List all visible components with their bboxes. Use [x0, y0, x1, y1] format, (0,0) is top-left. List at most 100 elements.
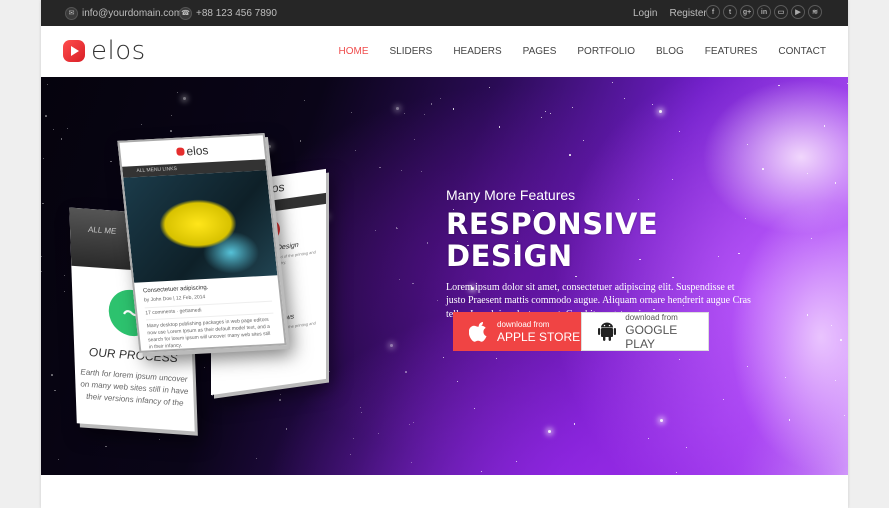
star	[840, 339, 842, 341]
star	[834, 182, 837, 184]
android-icon	[594, 322, 619, 342]
apple-store-button[interactable]: download from APPLE STORE	[453, 312, 581, 351]
content-area	[41, 475, 848, 508]
star	[806, 314, 809, 316]
register-link[interactable]: Register	[669, 8, 706, 19]
star	[379, 166, 381, 168]
star	[439, 97, 441, 99]
email-contact[interactable]: ✉ info@yourdomain.com	[65, 0, 182, 26]
star	[390, 343, 393, 347]
star	[671, 178, 673, 180]
google-button-small: download from	[625, 312, 678, 322]
star	[54, 389, 56, 392]
star	[279, 394, 281, 396]
star	[843, 414, 845, 416]
google-play-button[interactable]: download from GOOGLE PLAY	[581, 312, 709, 351]
star	[285, 428, 288, 430]
logo-play-icon	[63, 40, 85, 62]
star	[170, 130, 172, 132]
star	[583, 139, 585, 141]
star	[396, 227, 398, 229]
star	[547, 429, 551, 433]
star	[541, 116, 543, 118]
star	[51, 374, 53, 376]
star	[171, 114, 173, 116]
star	[659, 110, 662, 114]
star	[212, 395, 214, 397]
site-header: elos HOME SLIDERS HEADERS PAGES PORTFOLI…	[41, 26, 848, 77]
star	[835, 379, 837, 381]
star	[573, 423, 576, 425]
star	[420, 170, 422, 172]
star	[410, 461, 412, 463]
star	[571, 107, 573, 109]
star	[60, 138, 63, 140]
main-nav: HOME SLIDERS HEADERS PAGES PORTFOLIO BLO…	[318, 26, 826, 77]
star	[66, 127, 69, 130]
star	[349, 453, 351, 455]
nav-headers[interactable]: HEADERS	[453, 46, 501, 57]
nav-blog[interactable]: BLOG	[656, 46, 684, 57]
youtube-icon[interactable]: ▶	[791, 5, 805, 19]
star	[549, 113, 551, 115]
star	[398, 278, 401, 281]
star	[256, 457, 258, 459]
rss-icon[interactable]: ≋	[808, 5, 822, 19]
google-plus-icon[interactable]: g+	[740, 5, 754, 19]
phone-icon: ☎	[179, 6, 192, 20]
star	[45, 115, 47, 117]
hero-content: Many More Features RESPONSIVE DESIGN Lor…	[446, 187, 776, 321]
star	[442, 356, 445, 359]
star	[352, 437, 355, 440]
star	[43, 158, 45, 160]
star	[498, 126, 501, 128]
star	[436, 300, 438, 302]
star	[414, 139, 416, 141]
star	[569, 154, 571, 156]
flickr-icon[interactable]: ▭	[774, 5, 788, 19]
star	[409, 424, 411, 426]
star	[400, 169, 402, 171]
nav-sliders[interactable]: SLIDERS	[390, 46, 433, 57]
site-logo[interactable]: elos	[63, 38, 146, 64]
star	[404, 112, 406, 114]
star	[426, 242, 429, 244]
star	[58, 458, 60, 460]
nav-pages[interactable]: PAGES	[523, 46, 557, 57]
nav-contact[interactable]: CONTACT	[778, 46, 826, 57]
star	[515, 460, 517, 462]
star	[303, 99, 305, 101]
twitter-icon[interactable]: t	[723, 5, 737, 19]
star	[823, 125, 826, 127]
star	[299, 140, 302, 142]
star	[110, 160, 112, 163]
logo-play-icon	[176, 147, 185, 156]
apple-button-small: download from	[497, 319, 550, 329]
facebook-icon[interactable]: f	[706, 5, 720, 19]
star	[846, 82, 848, 84]
hero-slider: ALL ME 〜 OUR PROCESS Earth for lorem ips…	[41, 77, 848, 475]
nav-features[interactable]: FEATURES	[705, 46, 758, 57]
post-body: Many desktop publishing packages in web …	[146, 316, 271, 351]
linkedin-icon[interactable]: in	[757, 5, 771, 19]
star	[354, 150, 356, 152]
phone-contact[interactable]: ☎ +88 123 456 7890	[179, 0, 277, 26]
star	[405, 371, 407, 373]
star	[723, 398, 725, 400]
star	[140, 123, 142, 125]
star	[676, 471, 678, 473]
star	[623, 97, 625, 99]
star	[412, 282, 414, 285]
login-link[interactable]: Login	[633, 8, 657, 19]
nav-home[interactable]: HOME	[339, 46, 369, 57]
star	[360, 407, 362, 409]
nav-portfolio[interactable]: PORTFOLIO	[577, 46, 635, 57]
star	[183, 96, 187, 100]
star	[778, 84, 780, 87]
mockup-phone-center: elos ALL MENU LINKS Consectetuer adipisc…	[117, 133, 287, 353]
star	[375, 229, 377, 231]
star	[651, 103, 653, 105]
star	[659, 418, 663, 422]
star	[177, 91, 179, 93]
social-links: f t g+ in ▭ ▶ ≋	[706, 5, 825, 19]
